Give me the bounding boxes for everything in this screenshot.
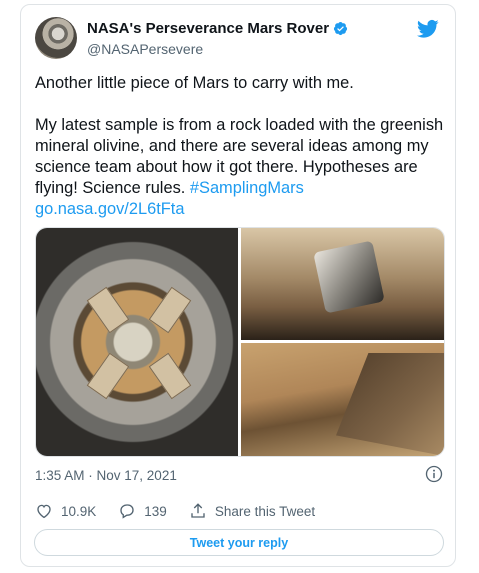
author-display-name[interactable]: NASA's Perseverance Mars Rover (87, 20, 329, 37)
twitter-bird-icon[interactable] (417, 19, 439, 39)
like-button[interactable]: 10.9K (35, 502, 96, 520)
reply-button[interactable]: 139 (118, 502, 167, 520)
share-label: Share this Tweet (214, 503, 316, 519)
tweet-your-reply-button[interactable]: Tweet your reply (34, 529, 444, 556)
media-photo-sample-tube[interactable] (36, 228, 238, 456)
hashtag-link[interactable]: #SamplingMars (190, 179, 304, 197)
media-grid (35, 227, 445, 457)
like-count: 10.9K (61, 503, 97, 519)
author-handle[interactable]: @NASAPersevere (87, 41, 203, 57)
verified-badge-icon (333, 21, 348, 36)
share-button[interactable]: Share this Tweet (189, 502, 315, 520)
url-link[interactable]: go.nasa.gov/2L6tFta (35, 200, 184, 218)
author-name-line[interactable]: NASA's Perseverance Mars Rover (87, 20, 348, 37)
tweet-paragraph-1: Another little piece of Mars to carry wi… (35, 74, 354, 92)
action-bar: 10.9K 139 Share this Tweet (35, 502, 337, 520)
share-upload-icon (191, 503, 205, 518)
tweet-card: NASA's Perseverance Mars Rover @NASAPers… (20, 4, 456, 567)
reply-count: 139 (144, 503, 167, 519)
tweet-paragraph-2: My latest sample is from a rock loaded w… (35, 115, 445, 220)
avatar[interactable] (35, 17, 77, 59)
tweet-timestamp[interactable]: 1:35 AM · Nov 17, 2021 (35, 468, 177, 483)
media-photo-rock-surface[interactable] (241, 343, 444, 456)
tweet-text: Another little piece of Mars to carry wi… (35, 73, 445, 220)
media-photo-rover-arm[interactable] (241, 228, 444, 340)
heart-icon (37, 504, 51, 519)
comment-bubble-icon (120, 504, 134, 519)
info-icon[interactable] (425, 465, 443, 483)
